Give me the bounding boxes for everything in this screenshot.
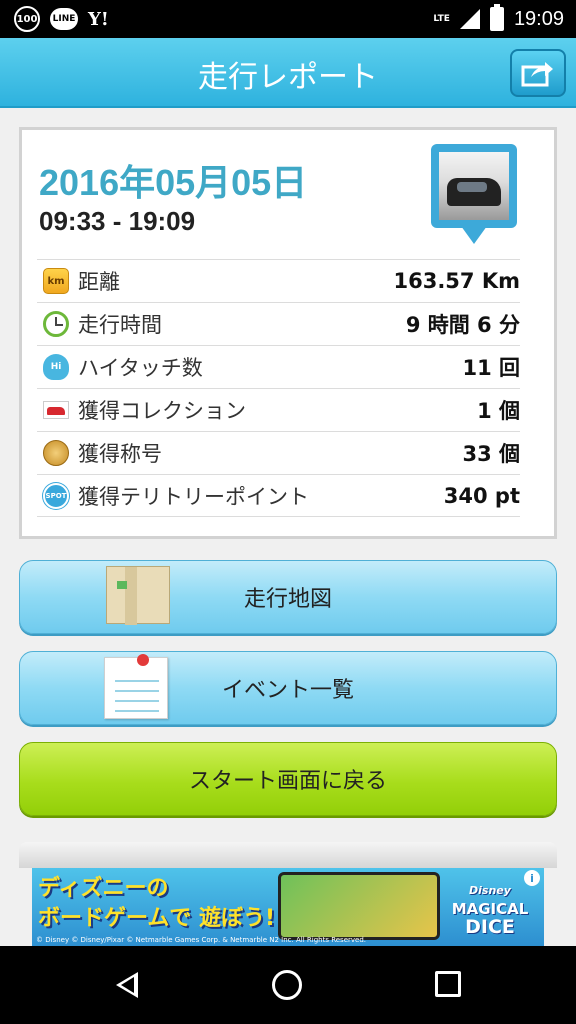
status-bar-system: LTE 19:09 [433,4,564,34]
stat-label: 獲得テリトリーポイント [78,484,309,509]
stat-label: 距離 [78,270,120,294]
car-icon [43,401,69,419]
drive-map-button[interactable]: 走行地図 [19,560,557,634]
stats-list: km 距離 163.57 Km 走行時間 9 時間 6 分 Hi ハイタッチ数 … [37,259,520,517]
stat-value: 340 pt [443,483,520,508]
note-icon [104,654,168,719]
ad-headline: ディズニーの ボードゲームで 遊ぼう! [38,876,276,931]
stat-value: 11 回 [462,356,520,380]
stat-label: ハイタッチ数 [78,356,203,380]
stat-value: 33 個 [462,442,520,466]
stat-value: 163.57 Km [393,269,520,293]
badge-100-icon: 100 [14,6,40,32]
high-touch-hand-icon: Hi [43,354,69,380]
status-bar: 100 LINE Y! LTE 19:09 [0,0,576,38]
spot-icon: SPOT [43,482,69,509]
stat-value: 9 時間 6 分 [405,313,520,337]
stat-row-distance: km 距離 163.57 Km [37,259,520,302]
home-icon[interactable] [272,970,302,1000]
recent-apps-icon[interactable] [435,971,461,997]
report-card: 2016年05月05日 09:33 - 19:09 km 距離 163.57 K… [19,127,557,539]
stat-row-high-touch: Hi ハイタッチ数 11 回 [37,345,520,388]
event-list-button[interactable]: イベント一覧 [19,651,557,725]
car-photo-pin [431,144,517,254]
clock-time: 19:09 [513,7,564,30]
stat-value: 1 個 [477,399,520,423]
stat-label: 獲得コレクション [78,399,246,423]
ad-game-image [278,872,440,940]
ad-banner[interactable]: ディズニーの ボードゲームで 遊ぼう! Disney MAGICAL DICE … [32,868,544,946]
line-app-icon: LINE [50,8,78,30]
app-header: 走行レポート [0,38,576,108]
km-icon: km [43,268,69,294]
drive-map-label: 走行地図 [243,587,332,612]
stat-row-territory-points: SPOT 獲得テリトリーポイント 340 pt [37,474,520,517]
share-icon [521,62,553,87]
ad-container-top [19,842,557,868]
battery-icon [489,4,504,31]
stat-row-drive-time: 走行時間 9 時間 6 分 [37,302,520,345]
page-title: 走行レポート [198,60,378,95]
car-photo [439,152,509,220]
stat-row-collection: 獲得コレクション 1 個 [37,388,520,431]
report-time-range: 09:33 - 19:09 [39,206,196,236]
map-icon [106,566,170,625]
ad-copyright: © Disney © Disney/Pixar © Netmarble Game… [36,936,366,944]
share-button[interactable] [510,49,566,97]
status-bar-notifications: 100 LINE Y! [14,6,109,32]
yahoo-app-icon: Y! [88,8,109,30]
back-to-start-button[interactable]: スタート画面に戻る [19,742,557,816]
ad-logo: Disney MAGICAL DICE [451,884,529,938]
network-type: LTE [433,13,450,24]
system-nav-bar [0,946,576,1024]
stat-row-titles: 獲得称号 33 個 [37,431,520,474]
event-list-label: イベント一覧 [221,678,354,703]
stat-label: 獲得称号 [78,442,162,466]
signal-icon [459,9,480,29]
back-to-start-label: スタート画面に戻る [188,769,387,794]
medal-icon [43,440,69,466]
stat-label: 走行時間 [78,313,162,337]
back-icon[interactable] [116,972,138,998]
clock-icon [43,311,69,337]
ad-info-icon[interactable]: i [524,870,540,886]
report-date: 2016年05月05日 [39,162,308,203]
